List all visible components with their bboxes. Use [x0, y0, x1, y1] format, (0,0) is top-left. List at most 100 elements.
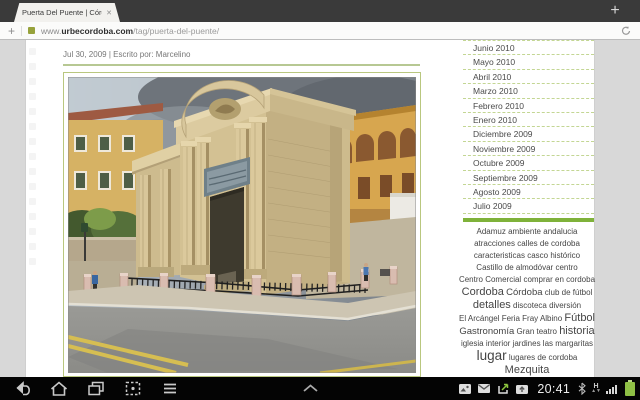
faint-share-icon [29, 228, 36, 235]
share-notification-icon [496, 383, 510, 395]
faint-share-icon [29, 198, 36, 205]
faint-share-icon [29, 123, 36, 130]
gallery-notification-icon [458, 383, 472, 395]
status-tray[interactable]: 20:41 H ▲▼ [458, 377, 635, 400]
tag-link[interactable]: Córdoba [506, 287, 542, 298]
new-tab-button[interactable]: + [604, 0, 626, 22]
tag-link[interactable]: Fútbol [564, 312, 595, 324]
url-www: www. [41, 26, 61, 36]
signal-strength-icon [606, 382, 618, 395]
faint-share-icon [29, 183, 36, 190]
tag-link[interactable]: diversión [549, 301, 581, 310]
tag-link[interactable]: Castillo de almodóvar [476, 263, 553, 272]
nav-buttons [0, 380, 180, 397]
tag-link[interactable]: El Arcángel [459, 314, 499, 323]
tag-link[interactable]: ambiente [508, 227, 541, 236]
sidebar-heading-bar [463, 218, 594, 222]
tag-link[interactable]: centro [555, 263, 577, 272]
tag-link[interactable]: Gastronomía [459, 326, 514, 337]
share-icon-strip [29, 48, 39, 273]
faint-share-icon [29, 48, 36, 55]
tag-link[interactable]: iglesia [461, 339, 484, 348]
archive-month-link[interactable]: Diciembre 2009 [463, 127, 594, 141]
add-bookmark-icon[interactable]: + [8, 25, 15, 37]
tab-title: Puerta Del Puente | Córdoba [22, 8, 102, 17]
faint-share-icon [29, 243, 36, 250]
archive-month-link[interactable]: Abril 2010 [463, 70, 594, 84]
faint-share-icon [29, 213, 36, 220]
content-panel: Jul 30, 2009 | Escrito por: Marcelino [25, 40, 595, 377]
archive-list: Junio 2010Mayo 2010Abril 2010Marzo 2010F… [463, 40, 594, 214]
faint-share-icon [29, 168, 36, 175]
bluetooth-icon [578, 382, 586, 395]
archive-month-link[interactable]: Julio 2009 [463, 199, 594, 213]
tag-link[interactable]: Mezquita [505, 364, 550, 376]
collapse-bar-icon[interactable] [302, 384, 319, 392]
faint-share-icon [29, 258, 36, 265]
archive-month-link[interactable]: Enero 2010 [463, 113, 594, 127]
faint-share-icon [29, 93, 36, 100]
article-photo [68, 77, 416, 373]
archive-month-link[interactable]: Octubre 2009 [463, 156, 594, 170]
archive-month-link[interactable]: Agosto 2009 [463, 185, 594, 199]
tag-link[interactable]: las margaritas [543, 339, 593, 348]
clock: 20:41 [537, 382, 570, 396]
email-notification-icon [477, 383, 491, 394]
tag-link[interactable]: lugares de cordoba [509, 353, 578, 362]
tablet-screen: Puerta Del Puente | Córdoba ✕ + + www.ur… [0, 0, 640, 400]
meta-underline [63, 64, 420, 66]
upload-notification-icon [515, 383, 529, 395]
tag-link[interactable]: calles de cordoba [517, 239, 580, 248]
battery-icon [625, 382, 635, 396]
network-type-icon: H ▲▼ [591, 383, 601, 394]
tag-link[interactable]: comprar en cordoba [523, 275, 595, 284]
faint-share-icon [29, 78, 36, 85]
tag-link[interactable]: caracteristicas [474, 251, 525, 260]
screen-capture-icon[interactable] [123, 380, 143, 397]
tag-link[interactable]: Adamuz [477, 227, 506, 236]
photo-frame [63, 72, 421, 377]
tag-link[interactable]: detalles [473, 299, 511, 311]
tag-link[interactable]: Cordoba [462, 286, 504, 298]
home-icon[interactable] [49, 380, 69, 397]
faint-share-icon [29, 138, 36, 145]
faint-share-icon [29, 153, 36, 160]
tag-link[interactable]: jardines [513, 339, 541, 348]
tab-strip: Puerta Del Puente | Córdoba ✕ + [0, 0, 640, 22]
web-page: Jul 30, 2009 | Escrito por: Marcelino [0, 40, 640, 377]
site-favicon [28, 27, 35, 34]
archive-month-link[interactable]: Noviembre 2009 [463, 142, 594, 156]
divider [21, 26, 22, 36]
url-domain: urbecordoba.com [61, 26, 133, 36]
tag-link[interactable]: casco histórico [527, 251, 580, 260]
tag-link[interactable]: interior [486, 339, 510, 348]
archive-month-link[interactable]: Junio 2010 [463, 41, 594, 55]
tag-link[interactable]: atracciones [474, 239, 515, 248]
archive-month-link[interactable]: Mayo 2010 [463, 55, 594, 69]
recent-apps-icon[interactable] [86, 380, 106, 397]
faint-share-icon [29, 63, 36, 70]
tag-link[interactable]: historia [559, 325, 594, 337]
url-bar: + www.urbecordoba.com/tag/puerta-del-pue… [0, 22, 640, 40]
archive-month-link[interactable]: Septiembre 2009 [463, 171, 594, 185]
reload-icon[interactable] [620, 25, 632, 37]
url-text[interactable]: www.urbecordoba.com/tag/puerta-del-puent… [41, 26, 219, 36]
post-meta: Jul 30, 2009 | Escrito por: Marcelino [63, 50, 190, 59]
archive-month-link[interactable]: Marzo 2010 [463, 84, 594, 98]
menu-icon[interactable] [160, 380, 180, 397]
tab-close-icon[interactable]: ✕ [106, 9, 112, 17]
faint-share-icon [29, 108, 36, 115]
browser-tab[interactable]: Puerta Del Puente | Córdoba ✕ [14, 3, 120, 22]
tag-link[interactable]: Gran teatro [516, 327, 556, 336]
system-bar: 20:41 H ▲▼ [0, 377, 640, 400]
tag-link[interactable]: lugar [477, 348, 507, 363]
tag-link[interactable]: andalucia [543, 227, 577, 236]
tag-link[interactable]: club de fútbol [545, 288, 593, 297]
tag-cloud: Adamuz ambiente andalucia atracciones ca… [457, 226, 597, 400]
tag-link[interactable]: Feria [502, 314, 520, 323]
tag-link[interactable]: discoteca [513, 301, 547, 310]
archive-month-link[interactable]: Febrero 2010 [463, 99, 594, 113]
back-icon[interactable] [12, 380, 32, 397]
tag-link[interactable]: Fray Albino [522, 314, 562, 323]
tag-link[interactable]: Centro Comercial [459, 275, 521, 284]
